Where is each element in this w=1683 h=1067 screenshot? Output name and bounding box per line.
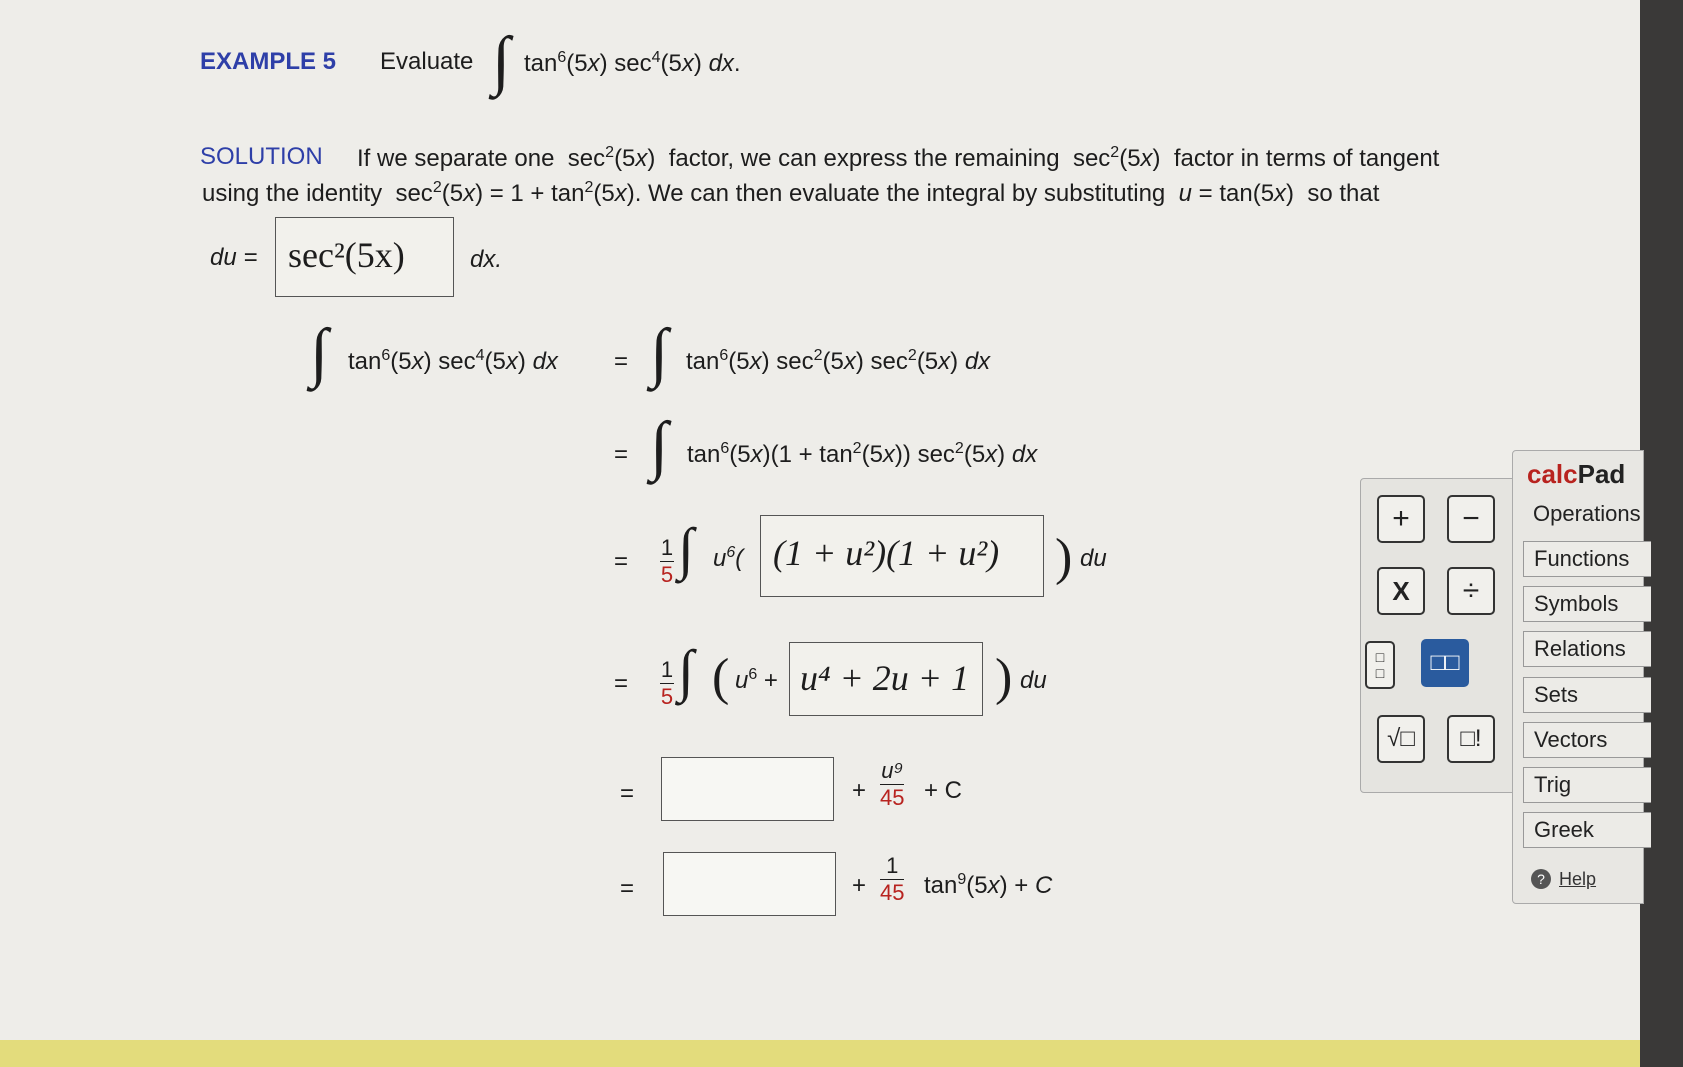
equals-sign: =	[620, 875, 635, 902]
tab-trig[interactable]: Trig	[1523, 767, 1651, 803]
tab-relations[interactable]: Relations	[1523, 631, 1651, 667]
evaluate-label: Evaluate	[380, 48, 474, 75]
equals-sign: =	[620, 780, 635, 807]
window-edge	[1640, 0, 1683, 1067]
example-integrand: tan6(5x) sec4(5x) dx.	[524, 49, 741, 78]
fraction-denominator: 5	[660, 562, 674, 587]
step3-prefix: u6(	[713, 544, 744, 573]
tab-symbols[interactable]: Symbols	[1523, 586, 1651, 622]
integral-sign: ∫	[678, 638, 694, 703]
equals-sign: =	[614, 670, 629, 697]
solution-line2: using the identity sec2(5x) = 1 + tan2(5…	[202, 179, 1380, 208]
du-answer: sec²(5x)	[288, 235, 405, 275]
help-icon[interactable]: ?	[1531, 869, 1551, 889]
step2-integrand: tan6(5x)(1 + tan2(5x)) sec2(5x) dx	[687, 440, 1038, 469]
one-fifth-fraction: 15	[660, 659, 674, 708]
integral-sign: ∫	[650, 316, 669, 389]
fraction-numerator: u⁹	[881, 758, 904, 783]
closing-paren: )	[1055, 529, 1073, 586]
step3-answer: (1 + u²)(1 + u²)	[773, 533, 1000, 573]
plus-key[interactable]: +	[1377, 495, 1425, 543]
dx-label: dx.	[470, 246, 503, 273]
integral-sign: ∫	[492, 24, 511, 97]
step6-answer-input[interactable]	[663, 852, 836, 916]
step4-answer: u⁴ + 2u + 1	[800, 658, 970, 698]
lhs-integrand: tan6(5x) sec4(5x) dx	[348, 347, 558, 376]
opening-paren: (	[712, 649, 730, 706]
sqrt-key[interactable]: √□	[1377, 715, 1425, 763]
exponent-key[interactable]: □□	[1421, 639, 1469, 687]
divide-key[interactable]: ÷	[1447, 567, 1495, 615]
step1-integrand: tan6(5x) sec2(5x) sec2(5x) dx	[686, 347, 991, 376]
plus-sign: +	[852, 872, 867, 899]
solution-label: SOLUTION	[200, 143, 323, 170]
integral-sign: ∫	[310, 316, 329, 389]
closing-paren: )	[995, 649, 1013, 706]
step3-answer-box[interactable]: (1 + u²)(1 + u²)	[760, 515, 1044, 597]
du-suffix: du	[1080, 545, 1107, 572]
plus-c: + C	[924, 777, 963, 804]
integral-sign: ∫	[650, 409, 669, 482]
integral-sign: ∫	[678, 516, 694, 581]
calcpad-title: calcPad	[1527, 459, 1626, 489]
plus-sign: +	[852, 777, 867, 804]
equals-sign: =	[614, 348, 629, 375]
factorial-key[interactable]: □!	[1447, 715, 1495, 763]
calcpad-tabs: calcPad Operations Functions Symbols Rel…	[1512, 450, 1651, 904]
equals-sign: =	[614, 441, 629, 468]
u9-over-45-fraction: u⁹ 45	[880, 758, 905, 810]
equals-sign: =	[614, 548, 629, 575]
tab-sets[interactable]: Sets	[1523, 677, 1651, 713]
minus-key[interactable]: −	[1447, 495, 1495, 543]
step4-answer-box[interactable]: u⁴ + 2u + 1	[789, 642, 983, 716]
fraction-denominator: 5	[660, 684, 674, 709]
du-label: du =	[210, 244, 258, 271]
fraction-key[interactable]: □ □	[1365, 641, 1395, 689]
fraction-denominator: 45	[880, 785, 905, 810]
du-suffix: du	[1020, 667, 1047, 694]
fraction-denominator: 45	[880, 880, 905, 905]
fraction-numerator: 1	[660, 657, 674, 682]
bottom-bar	[0, 1040, 1640, 1067]
du-answer-box[interactable]: sec²(5x)	[275, 217, 454, 297]
fraction-numerator: 1	[886, 853, 899, 878]
step6-tail: tan9(5x) + C	[924, 871, 1053, 900]
step4-prefix: u6 +	[735, 666, 778, 695]
solution-line1: If we separate one sec2(5x) factor, we c…	[357, 144, 1440, 173]
tab-operations[interactable]: Operations	[1523, 497, 1651, 533]
times-key[interactable]: X	[1377, 567, 1425, 615]
one-fifth-fraction: 15	[660, 537, 674, 586]
example-label: EXAMPLE 5	[200, 48, 337, 75]
one-over-45-fraction: 1 45	[880, 853, 905, 905]
help-link[interactable]: Help	[1559, 869, 1596, 890]
fraction-numerator: 1	[660, 535, 674, 560]
tab-functions[interactable]: Functions	[1523, 541, 1651, 577]
tab-vectors[interactable]: Vectors	[1523, 722, 1651, 758]
tab-greek[interactable]: Greek	[1523, 812, 1651, 848]
step5-answer-input[interactable]	[661, 757, 834, 821]
